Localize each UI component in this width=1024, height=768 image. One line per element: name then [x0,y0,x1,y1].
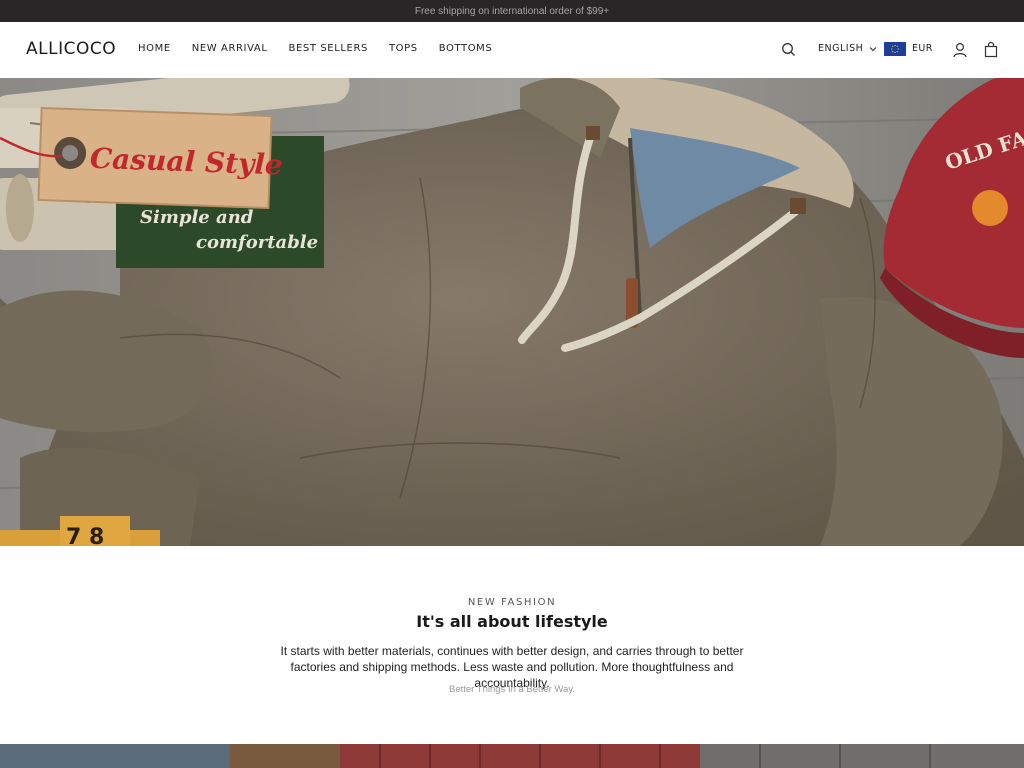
tag-title: Casual Style [89,142,283,182]
price-tag: Casual Style [37,106,283,210]
chevron-down-icon [869,46,877,51]
user-icon[interactable] [951,41,969,59]
next-section-image [0,744,1024,768]
intro-section: NEW FASHION It's all about lifestyle It … [0,546,1024,744]
language-selector[interactable]: ENGLISH [818,43,877,54]
section-tagline: Better Things In a Better Way. [448,684,576,695]
language-label: ENGLISH [818,43,864,54]
search-icon[interactable] [780,41,798,59]
sign-line-1: Simple and [140,207,254,228]
announcement-text: Free shipping on international order of … [414,5,610,17]
nav-new-arrival[interactable]: NEW ARRIVAL [192,43,268,54]
currency-selector[interactable]: EUR [912,43,933,54]
nav-bottoms[interactable]: BOTTOMS [439,43,493,54]
nav-tops[interactable]: TOPS [389,43,418,54]
section-eyebrow: NEW FASHION [467,597,557,608]
nav-best-sellers[interactable]: BEST SELLERS [289,43,368,54]
ruler-text: 7 8 [66,525,104,546]
nav-home[interactable]: HOME [138,43,171,54]
eu-flag-icon[interactable] [884,42,906,56]
site-logo[interactable]: ALLICOCO [26,39,116,59]
sign-line-2: comfortable [196,232,318,253]
cart-icon[interactable] [982,41,1000,59]
hero-banner[interactable]: OLD FASHION 7 8 Simple and comfortable C… [0,78,1024,546]
section-headline: It's all about lifestyle [416,612,608,631]
hero-image: OLD FASHION 7 8 Simple and comfortable C… [0,78,1024,546]
main-nav: HOME NEW ARRIVAL BEST SELLERS TOPS BOTTO… [138,43,513,54]
site-header: ALLICOCO HOME NEW ARRIVAL BEST SELLERS T… [0,22,1024,78]
announcement-bar: Free shipping on international order of … [0,0,1024,22]
